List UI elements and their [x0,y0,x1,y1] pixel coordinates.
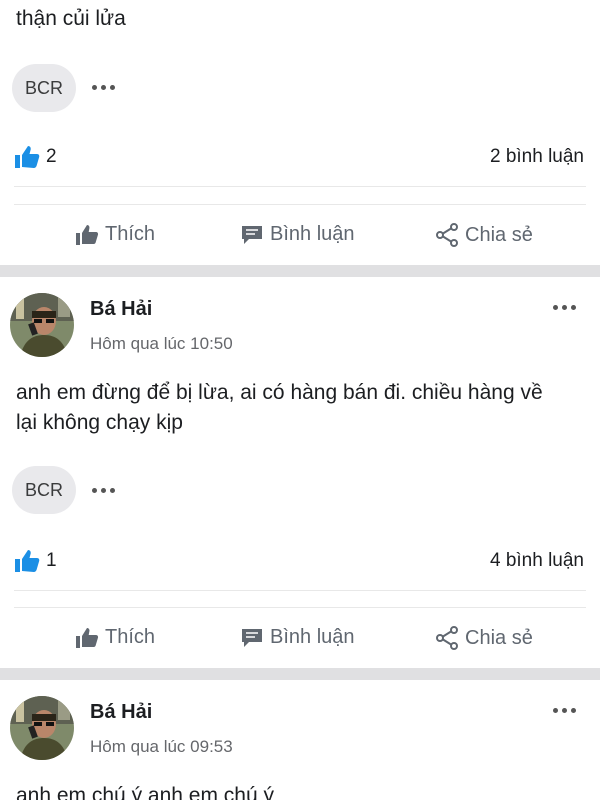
post-text: anh em chú ý anh em chú ý [16,784,274,800]
dot [571,305,576,310]
post-separator [0,668,600,680]
dot [553,708,558,713]
comment-label: Bình luận [270,223,355,245]
like-button[interactable]: Thích [75,223,155,246]
dot [110,85,115,90]
like-label: Thích [105,626,156,648]
post-timestamp[interactable]: Hôm qua lúc 09:53 [90,737,233,757]
divider [14,204,586,205]
more-options-button[interactable] [92,488,115,493]
divider [14,607,586,608]
share-icon [436,626,458,650]
dot [110,488,115,493]
divider [14,186,586,187]
author-name[interactable]: Bá Hải [90,298,152,321]
thumbs-up-icon [76,224,99,245]
like-reaction-icon [14,145,40,174]
like-count[interactable]: 1 [46,550,57,572]
dot [101,85,106,90]
comment-icon [242,628,262,647]
reaction-chip[interactable]: BCR [12,64,76,112]
like-reaction-icon [14,549,40,578]
post-menu-button[interactable] [553,305,576,310]
post-menu-button[interactable] [553,708,576,713]
dot [562,305,567,310]
author-avatar[interactable] [10,696,74,760]
divider [14,590,586,591]
share-button[interactable]: Chia sẻ [435,223,533,247]
like-count[interactable]: 2 [46,146,57,168]
comment-button[interactable]: Bình luận [240,223,355,246]
comment-button[interactable]: Bình luận [240,626,355,649]
post-separator [0,265,600,277]
share-icon [436,223,458,247]
comment-count[interactable]: 2 bình luận [490,146,584,168]
thumbs-up-icon [76,627,99,648]
comment-count[interactable]: 4 bình luận [490,550,584,572]
like-label: Thích [105,223,156,245]
dot [553,305,558,310]
dot [101,488,106,493]
post-timestamp[interactable]: Hôm qua lúc 10:50 [90,334,233,354]
dot [571,708,576,713]
dot [562,708,567,713]
dot [92,85,97,90]
dot [92,488,97,493]
share-label: Chia sẻ [465,626,533,649]
more-options-button[interactable] [92,85,115,90]
post-text: thận củi lửa [16,7,126,30]
author-avatar[interactable] [10,293,74,357]
share-button[interactable]: Chia sẻ [435,626,533,650]
author-name[interactable]: Bá Hải [90,701,152,724]
reaction-chip[interactable]: BCR [12,466,76,514]
comment-label: Bình luận [270,626,355,648]
like-button[interactable]: Thích [75,626,155,649]
share-label: Chia sẻ [465,223,533,246]
post-text: anh em đừng để bị lừa, ai có hàng bán đi… [16,381,543,434]
comment-icon [242,225,262,244]
